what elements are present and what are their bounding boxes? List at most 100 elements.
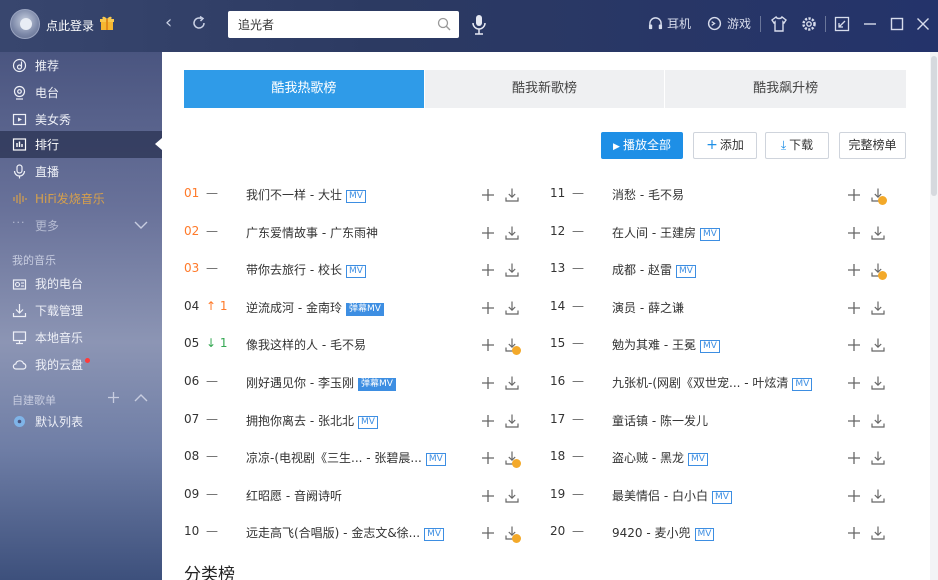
download-icon[interactable] [870,337,886,353]
song-row[interactable]: 17 — 童话镇 - 陈一发儿 [550,412,885,432]
search-icon[interactable] [437,17,451,31]
mv-badge[interactable]: MV [792,378,813,391]
gear-icon[interactable] [800,15,818,33]
song-row[interactable]: 16 — 九张机-(网剧《双世宠... - 叶炫清 MV [550,374,885,394]
sidebar-item-rank[interactable]: 排行 [0,131,162,158]
mv-badge[interactable]: MV [675,265,696,278]
song-title[interactable]: 童话镇 - 陈一发儿 [612,412,708,429]
song-row[interactable]: 19 — 最美情侣 - 白小白 MV [550,487,885,507]
mv-badge[interactable]: MV [699,340,720,353]
download-icon[interactable] [870,488,886,504]
add-playlist-icon[interactable] [107,391,120,404]
tab-new[interactable]: 酷我新歌榜 [424,70,666,108]
song-row[interactable]: 02 — 广东爱情故事 - 广东雨神 [184,224,519,244]
full-list-button[interactable]: 完整榜单 [839,132,906,159]
song-row[interactable]: 18 — 盗心贼 - 黑龙 MV [550,449,885,469]
song-title[interactable]: 九张机-(网剧《双世宠... - 叶炫清 MV [612,374,813,391]
sidebar-item-my-radio[interactable]: 我的电台 [0,270,162,297]
song-title[interactable]: 带你去旅行 - 校长 MV [246,261,366,278]
add-to-list-icon[interactable] [480,413,496,429]
song-row[interactable]: 14 — 演员 - 薛之谦 [550,299,885,319]
song-row[interactable]: 04 ↑ 1 逆流成河 - 金南玲 弹幕MV [184,299,519,319]
avatar[interactable] [10,9,40,39]
login-link[interactable]: 点此登录 [46,17,94,34]
add-to-list-icon[interactable] [846,413,862,429]
add-to-list-icon[interactable] [480,187,496,203]
search-box[interactable] [228,11,459,38]
song-row[interactable]: 09 — 红昭愿 - 音阙诗听 [184,487,519,507]
song-row[interactable]: 15 — 勉为其难 - 王冕 MV [550,336,885,356]
song-title[interactable]: 广东爱情故事 - 广东雨神 [246,224,378,241]
add-to-list-icon[interactable] [480,488,496,504]
song-row[interactable]: 07 — 拥抱你离去 - 张北北 MV [184,412,519,432]
song-row[interactable]: 20 — 9420 - 麦小兜 MV [550,524,885,544]
maximize-icon[interactable] [888,15,906,33]
mv-badge[interactable]: MV [424,528,445,541]
sidebar-item-radio[interactable]: 电台 [0,79,162,106]
song-title[interactable]: 成都 - 赵雷 MV [612,261,696,278]
song-title[interactable]: 远走高飞(合唱版) - 金志文&徐... MV [246,524,445,541]
voice-search-icon[interactable] [470,13,488,37]
gift-icon[interactable] [99,15,115,31]
mv-badge[interactable]: 弹幕MV [345,303,384,316]
add-to-list-icon[interactable] [480,525,496,541]
download-icon[interactable] [504,187,520,203]
song-title[interactable]: 我们不一样 - 大壮 MV [246,186,366,203]
song-row[interactable]: 12 — 在人间 - 王建房 MV [550,224,885,244]
download-icon[interactable] [504,488,520,504]
add-to-list-icon[interactable] [846,488,862,504]
song-title[interactable]: 刚好遇见你 - 李玉刚 弹幕MV [246,374,396,391]
download-button[interactable]: ⤓ 下载 [765,132,829,159]
add-button[interactable]: + 添加 [693,132,757,159]
song-title[interactable]: 像我这样的人 - 毛不易 [246,336,366,353]
mv-badge[interactable]: MV [345,190,366,203]
song-title[interactable]: 逆流成河 - 金南玲 弹幕MV [246,299,384,316]
sidebar-item-video[interactable]: 美女秀 [0,106,162,133]
download-icon[interactable] [504,375,520,391]
add-to-list-icon[interactable] [480,300,496,316]
refresh-icon[interactable] [191,15,207,31]
song-row[interactable]: 13 — 成都 - 赵雷 MV [550,261,887,281]
song-row[interactable]: 06 — 刚好遇见你 - 李玉刚 弹幕MV [184,374,519,394]
download-icon[interactable] [504,225,520,241]
download-icon[interactable] [870,450,886,466]
song-row[interactable]: 03 — 带你去旅行 - 校长 MV [184,261,519,281]
back-icon[interactable]: ‹ [165,13,172,33]
song-title[interactable]: 红昭愿 - 音阙诗听 [246,487,342,504]
sidebar-item-download[interactable]: 下载管理 [0,297,162,324]
close-icon[interactable] [914,15,932,33]
chevron-up-icon[interactable] [134,393,148,403]
download-icon[interactable] [870,300,886,316]
song-title[interactable]: 演员 - 薛之谦 [612,299,684,316]
song-title[interactable]: 消愁 - 毛不易 [612,186,684,203]
mv-badge[interactable]: MV [711,491,732,504]
download-icon[interactable] [870,413,886,429]
sidebar-item-recommend[interactable]: 推荐 [0,52,162,79]
sidebar-item-hifi[interactable]: HiFi发烧音乐 [0,185,162,212]
download-icon[interactable] [870,525,886,541]
mv-badge[interactable]: MV [345,265,366,278]
download-icon[interactable] [870,225,886,241]
song-row[interactable]: 10 — 远走高飞(合唱版) - 金志文&徐... MV [184,524,521,544]
search-input[interactable] [238,15,428,34]
game-icon[interactable] [707,16,722,31]
mv-badge[interactable]: MV [357,416,378,429]
download-icon[interactable] [504,300,520,316]
add-to-list-icon[interactable] [480,337,496,353]
mv-badge[interactable]: MV [694,528,715,541]
mv-badge[interactable]: MV [687,453,708,466]
song-title[interactable]: 在人间 - 王建房 MV [612,224,720,241]
download-icon[interactable] [504,262,520,278]
scrollbar[interactable] [930,52,938,580]
sidebar-item-cloud[interactable]: 我的云盘 [0,351,162,378]
add-to-list-icon[interactable] [480,375,496,391]
chevron-down-icon[interactable] [134,220,148,230]
add-to-list-icon[interactable] [846,225,862,241]
sidebar-item-live[interactable]: 直播 [0,158,162,185]
song-row[interactable]: 11 — 消愁 - 毛不易 [550,186,887,206]
song-title[interactable]: 凉凉-(电视剧《三生... - 张碧晨... MV [246,449,446,466]
skin-icon[interactable] [770,15,788,33]
minimize-icon[interactable] [861,15,879,33]
song-row[interactable]: 08 — 凉凉-(电视剧《三生... - 张碧晨... MV [184,449,521,469]
play-all-button[interactable]: ▶ 播放全部 [601,132,683,159]
